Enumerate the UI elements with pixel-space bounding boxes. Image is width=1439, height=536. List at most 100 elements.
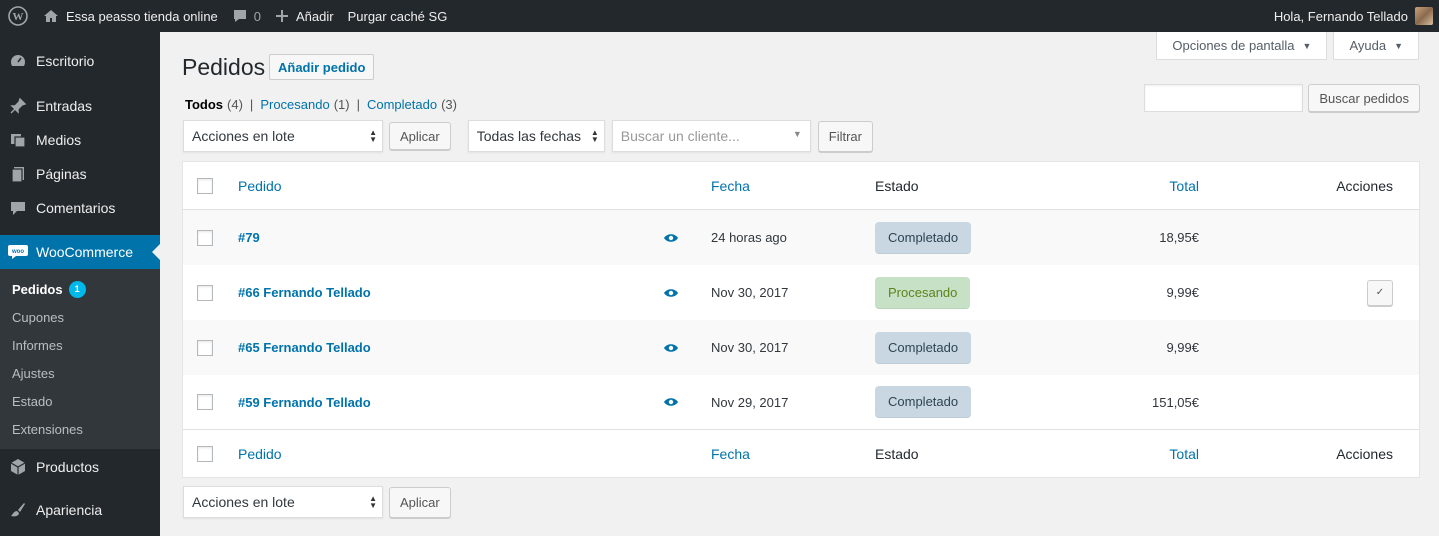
sidebar-item-productos[interactable]: Productos [0, 449, 160, 485]
column-date-header[interactable]: Fecha [711, 178, 750, 194]
new-content-link[interactable]: Añadir [268, 0, 341, 32]
eye-icon[interactable] [663, 396, 679, 408]
table-row[interactable]: #66 Fernando Tellado Nov 30, 2017 Proces… [183, 265, 1419, 320]
updown-arrows-icon: ▲ ▼ [369, 128, 377, 144]
view-all[interactable]: Todos (4) [185, 97, 243, 112]
comments-count: 0 [253, 8, 262, 24]
eye-icon[interactable] [663, 232, 679, 244]
date-filter-select[interactable]: Todas las fechas ▲ ▼ [467, 120, 605, 152]
separator: | [356, 97, 360, 112]
status-views: Todos (4) | Procesando (1) | Completado (3) [185, 97, 457, 112]
eye-icon[interactable] [663, 342, 679, 354]
wordpress-logo-icon[interactable]: W [0, 0, 36, 32]
row-checkbox[interactable] [197, 339, 213, 356]
sidebar-item-entradas[interactable]: Entradas [0, 89, 160, 123]
orders-count-badge: 1 [68, 280, 86, 298]
column-total-footer[interactable]: Total [1169, 446, 1199, 462]
updown-arrows-icon: ▲ ▼ [590, 128, 599, 144]
submenu-item-pedidos[interactable]: Pedidos 1 [0, 275, 160, 303]
select-all-checkbox[interactable] [197, 445, 213, 462]
comments-link[interactable]: 0 [225, 0, 268, 32]
caret-down-icon: ▼ [1394, 40, 1403, 51]
greeting: Hola, Fernando Tellado [1273, 8, 1408, 24]
table-row[interactable]: #59 Fernando Tellado Nov 29, 2017 Comple… [183, 375, 1419, 429]
sidebar-item-apariencia[interactable]: Apariencia [0, 493, 160, 527]
order-link[interactable]: #79 [238, 230, 260, 245]
pin-icon [8, 96, 28, 116]
select-all-checkbox[interactable] [197, 177, 213, 194]
status-badge: Completado [875, 331, 972, 364]
avatar [1415, 7, 1433, 25]
submenu-item-informes[interactable]: Informes [0, 331, 160, 359]
column-status-header: Estado [875, 177, 919, 194]
screen-meta-links: Opciones de pantalla ▼ Ayuda ▼ [1156, 32, 1419, 60]
screen-options-button[interactable]: Opciones de pantalla ▼ [1156, 32, 1328, 60]
svg-text:W: W [13, 11, 24, 23]
table-row[interactable]: #65 Fernando Tellado Nov 30, 2017 Comple… [183, 320, 1419, 375]
view-completed[interactable]: Completado (3) [367, 97, 457, 112]
comment-icon [233, 10, 246, 22]
add-order-button[interactable]: Añadir pedido [269, 54, 375, 80]
bulk-actions-select-bottom[interactable]: Acciones en lote ▲ ▼ [183, 486, 383, 518]
filter-button[interactable]: Filtrar [817, 120, 873, 152]
sidebar-item-comentarios[interactable]: Comentarios [0, 191, 160, 225]
checkmark-icon: ✓ [1375, 287, 1385, 298]
column-actions-footer: Acciones [1336, 445, 1393, 462]
caret-down-icon: ▼ [792, 129, 802, 139]
row-checkbox[interactable] [197, 284, 213, 301]
column-order-header[interactable]: Pedido [238, 178, 282, 194]
customer-search-select[interactable]: Buscar un cliente... ▼ [611, 120, 811, 152]
row-checkbox[interactable] [197, 394, 213, 410]
order-link[interactable]: #65 Fernando Tellado [238, 340, 371, 355]
new-label: Añadir [296, 8, 334, 24]
order-link[interactable]: #66 Fernando Tellado [238, 285, 371, 300]
eye-icon[interactable] [663, 287, 679, 299]
admin-bar: W Essa peasso tienda online 0 Añadir Pur… [0, 0, 1439, 32]
complete-order-button[interactable]: ✓ [1367, 279, 1393, 306]
sidebar-item-escritorio[interactable]: Escritorio [0, 44, 160, 78]
column-status-footer: Estado [875, 445, 919, 462]
sidebar-item-paginas[interactable]: Páginas [0, 157, 160, 191]
sidebar-item-medios[interactable]: Medios [0, 123, 160, 157]
submenu-item-ajustes[interactable]: Ajustes [0, 359, 160, 387]
purge-cache-link[interactable]: Purgar caché SG [341, 0, 455, 32]
separator: | [249, 97, 254, 112]
main-content: Opciones de pantalla ▼ Ayuda ▼ Pedidos A… [160, 32, 1439, 536]
column-date-footer[interactable]: Fecha [711, 446, 750, 462]
order-link[interactable]: #59 Fernando Tellado [238, 395, 371, 410]
submenu-item-cupones[interactable]: Cupones [0, 303, 160, 331]
page-icon [8, 164, 28, 184]
order-total: 9,99€ [1166, 340, 1199, 355]
apply-button[interactable]: Aplicar [389, 122, 451, 150]
search-orders-input[interactable] [1144, 84, 1304, 112]
order-total: 9,99€ [1166, 285, 1199, 300]
sidebar-item-woocommerce[interactable]: woo WooCommerce [0, 235, 160, 269]
dashboard-icon [8, 51, 28, 71]
view-processing[interactable]: Procesando (1) [260, 97, 349, 112]
my-account-link[interactable]: Hola, Fernando Tellado [1267, 0, 1439, 32]
submenu-item-extensiones[interactable]: Extensiones [0, 415, 160, 443]
tablenav-top: Acciones en lote ▲ ▼ Aplicar Todas las fe… [183, 120, 873, 152]
table-footer-row: Pedido Fecha Estado Total Acciones [183, 429, 1419, 477]
submenu-item-estado[interactable]: Estado [0, 387, 160, 415]
updown-arrows-icon: ▲ ▼ [369, 494, 377, 510]
plus-icon [276, 10, 289, 22]
help-button[interactable]: Ayuda ▼ [1333, 32, 1419, 60]
apply-button-bottom[interactable]: Aplicar [389, 486, 451, 518]
woo-icon: woo [8, 242, 28, 262]
table-row[interactable]: #79 24 horas ago Completado 18,95€ [183, 210, 1419, 265]
column-total-header[interactable]: Total [1169, 178, 1199, 194]
order-date: Nov 29, 2017 [711, 394, 789, 410]
box-icon [8, 457, 28, 477]
search-orders-button[interactable]: Buscar pedidos [1308, 84, 1420, 112]
bulk-actions-select[interactable]: Acciones en lote ▲ ▼ [183, 120, 383, 152]
column-actions-header: Acciones [1336, 177, 1393, 194]
home-icon [44, 10, 58, 22]
svg-text:woo: woo [11, 249, 24, 255]
column-order-footer[interactable]: Pedido [238, 446, 282, 462]
brush-icon [8, 500, 28, 520]
site-name-link[interactable]: Essa peasso tienda online [36, 0, 225, 32]
comment-icon [8, 198, 28, 218]
status-badge: Completado [875, 386, 972, 418]
row-checkbox[interactable] [197, 229, 213, 246]
